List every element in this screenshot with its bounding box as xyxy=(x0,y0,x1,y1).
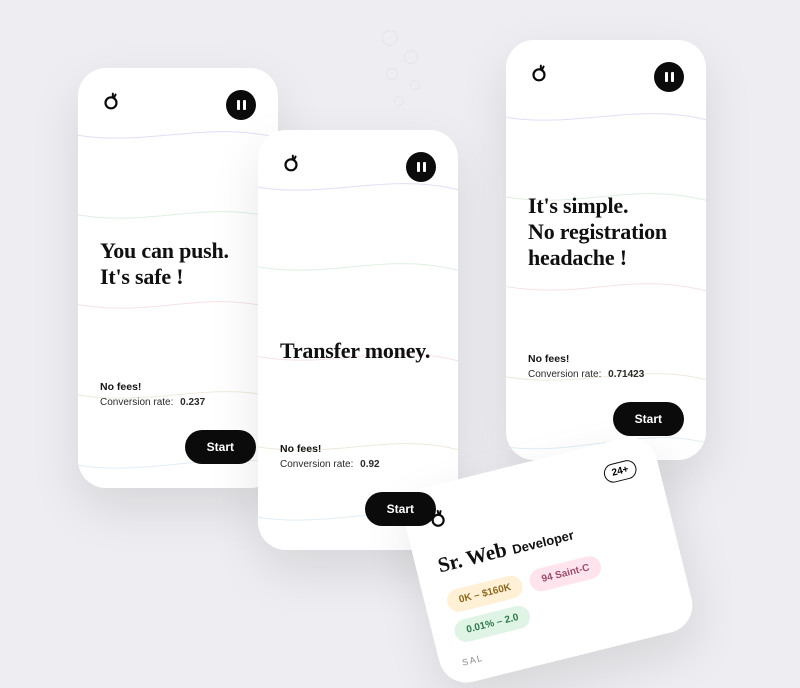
start-button[interactable]: Start xyxy=(613,402,684,436)
onboarding-card-3: It's simple.No registration headache ! N… xyxy=(506,40,706,460)
conv-value: 0.237 xyxy=(180,397,205,408)
bubble-decoration xyxy=(404,50,418,64)
conversion-rate: Conversion rate: 0.92 xyxy=(280,459,436,470)
job-title-sub: Developer xyxy=(511,527,576,557)
conv-value: 0.92 xyxy=(360,459,379,470)
bubble-decoration xyxy=(394,96,404,106)
app-logo-icon xyxy=(280,152,302,174)
onboarding-card-1: You can push.It's safe ! No fees! Conver… xyxy=(78,68,278,488)
bubble-decoration xyxy=(410,80,420,90)
conv-label: Conversion rate: xyxy=(528,369,601,380)
app-logo-icon xyxy=(100,90,122,112)
applicant-count-badge: 24+ xyxy=(602,458,639,484)
conv-label: Conversion rate: xyxy=(100,397,173,408)
headline: Transfer money. xyxy=(280,338,436,364)
pause-button[interactable] xyxy=(654,62,684,92)
start-button[interactable]: Start xyxy=(185,430,256,464)
conv-label: Conversion rate: xyxy=(280,459,353,470)
app-logo-icon xyxy=(528,62,550,84)
headline: You can push.It's safe ! xyxy=(100,238,256,290)
start-button[interactable]: Start xyxy=(365,492,436,526)
bubble-decoration xyxy=(386,68,398,80)
location-pill: 94 Saint-C xyxy=(527,554,603,594)
job-title-main: Sr. Web xyxy=(435,537,509,578)
no-fees-label: No fees! xyxy=(280,443,436,455)
bubble-decoration xyxy=(382,30,398,46)
conv-value: 0.71423 xyxy=(608,369,644,380)
no-fees-label: No fees! xyxy=(100,381,256,393)
pause-icon xyxy=(665,72,674,82)
pause-button[interactable] xyxy=(406,152,436,182)
pause-icon xyxy=(237,100,246,110)
no-fees-label: No fees! xyxy=(528,353,684,365)
conversion-rate: Conversion rate: 0.237 xyxy=(100,397,256,408)
pause-icon xyxy=(417,162,426,172)
headline: It's simple.No registration headache ! xyxy=(528,193,684,271)
pause-button[interactable] xyxy=(226,90,256,120)
conversion-rate: Conversion rate: 0.71423 xyxy=(528,369,684,380)
